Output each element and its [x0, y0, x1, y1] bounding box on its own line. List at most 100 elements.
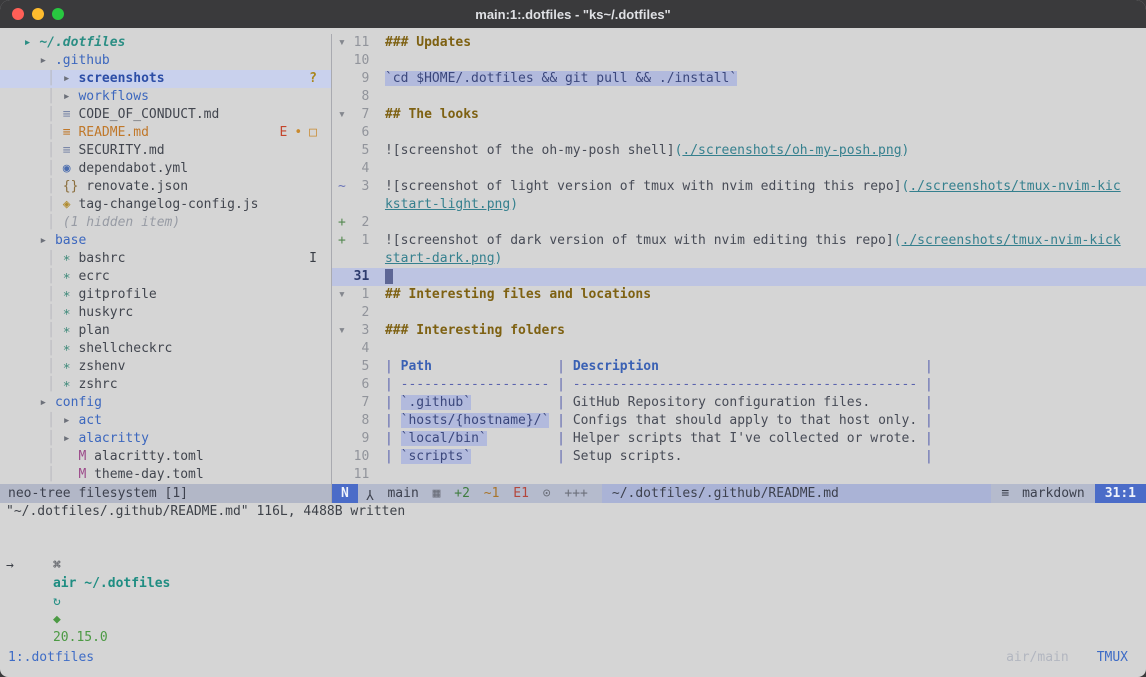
- close-button[interactable]: [12, 8, 24, 20]
- buffer-text: `scripts`: [401, 449, 471, 464]
- apple-icon: ⌘: [53, 558, 61, 573]
- editor-line[interactable]: 4: [332, 160, 1146, 178]
- tree-item-workflows[interactable]: │ ▸ workflows: [0, 88, 331, 106]
- editor-line[interactable]: 10: [332, 52, 1146, 70]
- expander-icon[interactable]: ▸: [39, 233, 55, 248]
- buffer-text: |: [917, 431, 933, 446]
- tree-item-label: CODE_OF_CONDUCT.md: [78, 107, 219, 122]
- tree-item-alacritty[interactable]: │ ▸ alacritty: [0, 430, 331, 448]
- buffer-text: [487, 431, 550, 446]
- tmux-window-item[interactable]: 1:.dotfiles: [8, 649, 94, 667]
- gutter-space: [338, 143, 354, 158]
- minimize-button[interactable]: [32, 8, 44, 20]
- expander-icon[interactable]: ▸: [63, 89, 79, 104]
- tree-item-zshrc[interactable]: │ ∗ zshrc: [0, 376, 331, 394]
- editor-line[interactable]: 9 | `local/bin` | Helper scripts that I'…: [332, 430, 1146, 448]
- editor-line[interactable]: ~ 3 ![screenshot of light version of tmu…: [332, 178, 1146, 196]
- buffer-text: |: [549, 431, 572, 446]
- prompt-input-line[interactable]: →: [0, 557, 1146, 575]
- line-number: 10: [354, 449, 385, 464]
- gutter-space: [338, 251, 354, 266]
- tree-item-security-md[interactable]: │ ≡ SECURITY.md: [0, 142, 331, 160]
- editor-line[interactable]: ▾ 1 ## Interesting files and locations: [332, 286, 1146, 304]
- editor-line[interactable]: 9 `cd $HOME/.dotfiles && git pull && ./i…: [332, 70, 1146, 88]
- tree-item-gitprofile[interactable]: │ ∗ gitprofile: [0, 286, 331, 304]
- expander-icon[interactable]: ▸: [39, 395, 55, 410]
- tree-item-code-of-conduct-md[interactable]: │ ≡ CODE_OF_CONDUCT.md: [0, 106, 331, 124]
- indent-guide: │: [8, 449, 78, 464]
- tree-item-dependabot-yml[interactable]: │ ◉ dependabot.yml: [0, 160, 331, 178]
- terminal-window: main:1:.dotfiles - "ks~/.dotfiles" ▸ ~/.…: [0, 0, 1146, 677]
- tree-item-tag-changelog-config-js[interactable]: │ ◈ tag-changelog-config.js: [0, 196, 331, 214]
- gutter-space: [338, 89, 354, 104]
- tree-item-base[interactable]: ▸ base: [0, 232, 331, 250]
- tree-item-config[interactable]: ▸ config: [0, 394, 331, 412]
- indent-guide: │: [8, 377, 63, 392]
- tree-item-ecrc[interactable]: │ ∗ ecrc: [0, 268, 331, 286]
- editor-line[interactable]: 7 | `.github` | GitHub Repository config…: [332, 394, 1146, 412]
- tree-item-zshenv[interactable]: │ ∗ zshenv: [0, 358, 331, 376]
- tree-item-huskyrc[interactable]: │ ∗ huskyrc: [0, 304, 331, 322]
- buffer-text: `local/bin`: [401, 431, 487, 446]
- editor-line[interactable]: + 2: [332, 214, 1146, 232]
- zoom-button[interactable]: [52, 8, 64, 20]
- buffer-text: [471, 449, 549, 464]
- expander-icon[interactable]: ▸: [63, 413, 79, 428]
- tree-item-label: README.md: [78, 125, 148, 140]
- tree-item-label: ecrc: [78, 269, 109, 284]
- tree-item-plan[interactable]: │ ∗ plan: [0, 322, 331, 340]
- tree-item-screenshots[interactable]: │ ▸ screenshots?: [0, 70, 331, 88]
- line-number: 11: [354, 35, 385, 50]
- buffer-text: ): [902, 143, 910, 158]
- buffer-text: ![screenshot of light version of tmux wi…: [385, 179, 902, 194]
- toml-file-icon: M: [78, 449, 94, 464]
- tree-item-label: screenshots: [78, 71, 164, 86]
- editor-line[interactable]: 2: [332, 304, 1146, 322]
- tree-item-badges: ?: [302, 70, 331, 88]
- tree-item-bashrc[interactable]: │ ∗ bashrcI: [0, 250, 331, 268]
- tree-item-label: (1 hidden item): [63, 215, 180, 230]
- tree-item-alacritty-toml[interactable]: │ M alacritty.toml: [0, 448, 331, 466]
- editor-line[interactable]: kstart-light.png): [332, 196, 1146, 214]
- editor-line[interactable]: 6: [332, 124, 1146, 142]
- indent-guide: │: [8, 161, 63, 176]
- git-sign-changed: ~: [338, 179, 354, 194]
- tree-item-act[interactable]: │ ▸ act: [0, 412, 331, 430]
- expander-icon[interactable]: ▸: [24, 35, 40, 50]
- tmux-statusbar: 1:.dotfiles air/main TMUX: [0, 649, 1146, 667]
- tree-item-readme-md[interactable]: │ ≡ README.mdE•□: [0, 124, 331, 142]
- tree-item-label: workflows: [78, 89, 148, 104]
- expander-icon[interactable]: ▸: [63, 431, 79, 446]
- tree-item-github[interactable]: ▸ .github: [0, 52, 331, 70]
- indent-guide: │: [8, 305, 63, 320]
- indent-guide: │: [8, 125, 63, 140]
- cursor-line[interactable]: 31: [332, 268, 1146, 286]
- tree-item-label: alacritty: [78, 431, 148, 446]
- tree-item-label: shellcheckrc: [78, 341, 172, 356]
- markdown-icon: ≡: [1001, 486, 1009, 501]
- tree-item-theme-day-toml[interactable]: │ M theme-day.toml: [0, 466, 331, 484]
- buffer-text: [870, 395, 917, 410]
- editor-line[interactable]: 4: [332, 340, 1146, 358]
- tree-item-renovate-json[interactable]: │ {} renovate.json: [0, 178, 331, 196]
- editor-line[interactable]: 5 ![screenshot of the oh-my-posh shell](…: [332, 142, 1146, 160]
- tree-item-badges: I: [302, 250, 331, 268]
- tree-item-dotfiles[interactable]: ▸ ~/.dotfiles: [0, 34, 331, 52]
- editor-line[interactable]: ▾ 7 ## The looks: [332, 106, 1146, 124]
- editor-line[interactable]: 10 | `scripts` | Setup scripts. |: [332, 448, 1146, 466]
- editor-line[interactable]: 8 | `hosts/{hostname}/` | Configs that s…: [332, 412, 1146, 430]
- buffer-text: ): [510, 197, 518, 212]
- editor-line[interactable]: + 1 ![screenshot of dark version of tmux…: [332, 232, 1146, 250]
- editor-line[interactable]: 11: [332, 466, 1146, 484]
- editor-line[interactable]: start-dark.png): [332, 250, 1146, 268]
- editor-line[interactable]: ▾ 11 ### Updates: [332, 34, 1146, 52]
- editor-line[interactable]: 5 | Path | Description |: [332, 358, 1146, 376]
- editor-line[interactable]: 6 | ------------------- | --------------…: [332, 376, 1146, 394]
- editor-line[interactable]: ▾ 3 ### Interesting folders: [332, 322, 1146, 340]
- gutter-space: [338, 53, 354, 68]
- tree-item-1-hidden-item[interactable]: │ (1 hidden item): [0, 214, 331, 232]
- expander-icon[interactable]: ▸: [63, 71, 79, 86]
- editor-line[interactable]: 8: [332, 88, 1146, 106]
- tree-item-shellcheckrc[interactable]: │ ∗ shellcheckrc: [0, 340, 331, 358]
- expander-icon[interactable]: ▸: [39, 53, 55, 68]
